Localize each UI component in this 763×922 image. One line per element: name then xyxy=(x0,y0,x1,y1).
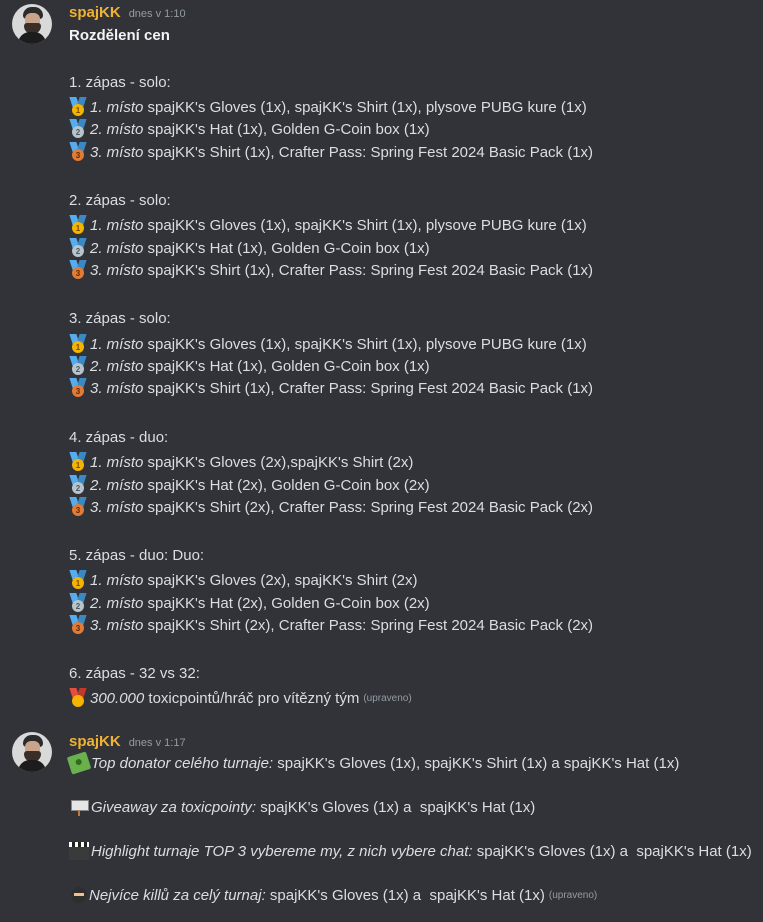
prize-row: 3 3. místo spajKK's Shirt (2x), Crafter … xyxy=(69,614,593,636)
prize-row: 3 3. místo spajKK's Shirt (1x), Crafter … xyxy=(69,377,593,399)
place-label: 2. místo xyxy=(90,594,144,612)
prize-row: 3 3. místo spajKK's Shirt (1x), Crafter … xyxy=(69,259,593,281)
prize-row: 2 2. místo spajKK's Hat (2x), Golden G-C… xyxy=(69,592,430,614)
match-heading: 4. zápas - duo: xyxy=(69,428,169,446)
place-label: 2. místo xyxy=(90,476,144,494)
prize-text: spajKK's Shirt (2x), Crafter Pass: Sprin… xyxy=(143,616,594,634)
placard-icon[interactable] xyxy=(69,798,89,816)
reward-label: Nejvíce killů za celý turnaj: xyxy=(89,886,266,904)
edited-label: (upraveno) xyxy=(548,889,598,901)
match-heading: 1. zápas - solo: xyxy=(69,73,171,91)
prize-text: spajKK's Gloves (1x), spajKK's Shirt (1x… xyxy=(143,98,587,116)
place-label: 3. místo xyxy=(90,379,144,397)
reward-text: spajKK's Gloves (1x) a spajKK's Hat (1x) xyxy=(256,798,536,816)
2nd-place-medal-icon[interactable]: 2 xyxy=(69,356,87,376)
prize-row: 300.000 toxicpointů/hráč pro vítězný tým… xyxy=(69,687,412,709)
reward-text: spajKK's Gloves (1x), spajKK's Shirt (1x… xyxy=(273,754,680,772)
clapper-board-icon[interactable] xyxy=(69,842,89,860)
prize-text: spajKK's Shirt (1x), Crafter Pass: Sprin… xyxy=(143,261,594,279)
prize-amount: 300.000 xyxy=(90,689,145,707)
1st-place-medal-icon[interactable]: 1 xyxy=(69,97,87,117)
username[interactable]: spajKK xyxy=(69,4,121,21)
username[interactable]: spajKK xyxy=(69,733,121,750)
money-with-wings-icon[interactable] xyxy=(66,751,92,775)
avatar[interactable] xyxy=(12,4,52,44)
reward-line: Highlight turnaje TOP 3 vybereme my, z n… xyxy=(69,840,752,862)
place-label: 3. místo xyxy=(90,498,144,516)
1st-place-medal-icon[interactable]: 1 xyxy=(69,334,87,354)
reward-label: Highlight turnaje TOP 3 vybereme my, z n… xyxy=(91,842,473,860)
prize-row: 1 1. místo spajKK's Gloves (1x), spajKK'… xyxy=(69,214,587,236)
prize-text: spajKK's Hat (2x), Golden G-Coin box (2x… xyxy=(143,476,430,494)
3rd-place-medal-icon[interactable]: 3 xyxy=(69,142,87,162)
2nd-place-medal-icon[interactable]: 2 xyxy=(69,238,87,258)
place-label: 1. místo xyxy=(90,453,144,471)
prize-row: 2 2. místo spajKK's Hat (1x), Golden G-C… xyxy=(69,118,430,140)
prize-text: spajKK's Hat (1x), Golden G-Coin box (1x… xyxy=(143,357,430,375)
3rd-place-medal-icon[interactable]: 3 xyxy=(69,260,87,280)
2nd-place-medal-icon[interactable]: 2 xyxy=(69,475,87,495)
prize-text: spajKK's Shirt (1x), Crafter Pass: Sprin… xyxy=(143,143,594,161)
prize-row: 3 3. místo spajKK's Shirt (1x), Crafter … xyxy=(69,141,593,163)
reward-line: Top donator celého turnaje: spajKK's Glo… xyxy=(66,751,680,775)
1st-place-medal-icon[interactable]: 1 xyxy=(69,452,87,472)
place-label: 2. místo xyxy=(90,357,144,375)
match-heading: 5. zápas - duo: Duo: xyxy=(69,546,205,564)
prize-text: spajKK's Gloves (2x), spajKK's Shirt (2x… xyxy=(143,571,418,589)
prize-text: spajKK's Gloves (2x),spajKK's Shirt (2x) xyxy=(143,453,414,471)
avatar[interactable] xyxy=(12,732,52,772)
place-label: 2. místo xyxy=(90,120,144,138)
place-label: 1. místo xyxy=(90,98,144,116)
place-label: 3. místo xyxy=(90,261,144,279)
1st-place-medal-icon[interactable]: 1 xyxy=(69,570,87,590)
reward-text: spajKK's Gloves (1x) a spajKK's Hat (1x) xyxy=(472,842,752,860)
timestamp[interactable]: dnes v 1:17 xyxy=(129,737,186,749)
prize-row: 1 1. místo spajKK's Gloves (2x), spajKK'… xyxy=(69,569,418,591)
3rd-place-medal-icon[interactable]: 3 xyxy=(69,497,87,517)
prize-text: toxicpointů/hráč pro vítězný tým xyxy=(144,689,360,707)
prize-text: spajKK's Gloves (1x), spajKK's Shirt (1x… xyxy=(143,216,587,234)
place-label: 1. místo xyxy=(90,571,144,589)
prize-text: spajKK's Hat (1x), Golden G-Coin box (1x… xyxy=(143,239,430,257)
prize-row: 2 2. místo spajKK's Hat (2x), Golden G-C… xyxy=(69,474,430,496)
reward-label: Giveaway za toxicpointy: xyxy=(91,798,257,816)
place-label: 1. místo xyxy=(90,216,144,234)
3rd-place-medal-icon[interactable]: 3 xyxy=(69,615,87,635)
edited-label: (upraveno) xyxy=(363,692,412,704)
military-medal-icon[interactable] xyxy=(69,688,87,708)
1st-place-medal-icon[interactable]: 1 xyxy=(69,215,87,235)
reward-text: spajKK's Gloves (1x) a spajKK's Hat (1x) xyxy=(265,886,545,904)
prize-row: 3 3. místo spajKK's Shirt (2x), Crafter … xyxy=(69,496,593,518)
ninja-icon[interactable] xyxy=(71,887,87,903)
place-label: 3. místo xyxy=(90,616,144,634)
prize-row: 1 1. místo spajKK's Gloves (2x),spajKK's… xyxy=(69,451,413,473)
reward-line: Nejvíce killů za celý turnaj: spajKK's G… xyxy=(69,884,597,906)
prize-row: 2 2. místo spajKK's Hat (1x), Golden G-C… xyxy=(69,237,430,259)
reward-line: Giveaway za toxicpointy: spajKK's Gloves… xyxy=(69,796,535,818)
prize-text: spajKK's Hat (1x), Golden G-Coin box (1x… xyxy=(143,120,430,138)
timestamp[interactable]: dnes v 1:10 xyxy=(129,8,186,20)
place-label: 3. místo xyxy=(90,143,144,161)
message-header: spajKK dnes v 1:10 xyxy=(69,4,186,21)
message-header: spajKK dnes v 1:17 xyxy=(69,733,186,750)
match-heading: 2. zápas - solo: xyxy=(69,191,171,209)
prize-row: 1 1. místo spajKK's Gloves (1x), spajKK'… xyxy=(69,333,587,355)
message-title: Rozdělení cen xyxy=(69,26,170,44)
2nd-place-medal-icon[interactable]: 2 xyxy=(69,119,87,139)
match-heading: 3. zápas - solo: xyxy=(69,309,171,327)
3rd-place-medal-icon[interactable]: 3 xyxy=(69,378,87,398)
prize-row: 2 2. místo spajKK's Hat (1x), Golden G-C… xyxy=(69,355,430,377)
match-heading: 6. zápas - 32 vs 32: xyxy=(69,664,200,682)
prize-text: spajKK's Hat (2x), Golden G-Coin box (2x… xyxy=(143,594,430,612)
place-label: 1. místo xyxy=(90,335,144,353)
place-label: 2. místo xyxy=(90,239,144,257)
prize-text: spajKK's Shirt (2x), Crafter Pass: Sprin… xyxy=(143,498,594,516)
reward-label: Top donator celého turnaje: xyxy=(91,754,274,772)
prize-text: spajKK's Gloves (1x), spajKK's Shirt (1x… xyxy=(143,335,587,353)
prize-text: spajKK's Shirt (1x), Crafter Pass: Sprin… xyxy=(143,379,594,397)
prize-row: 1 1. místo spajKK's Gloves (1x), spajKK'… xyxy=(69,96,587,118)
2nd-place-medal-icon[interactable]: 2 xyxy=(69,593,87,613)
